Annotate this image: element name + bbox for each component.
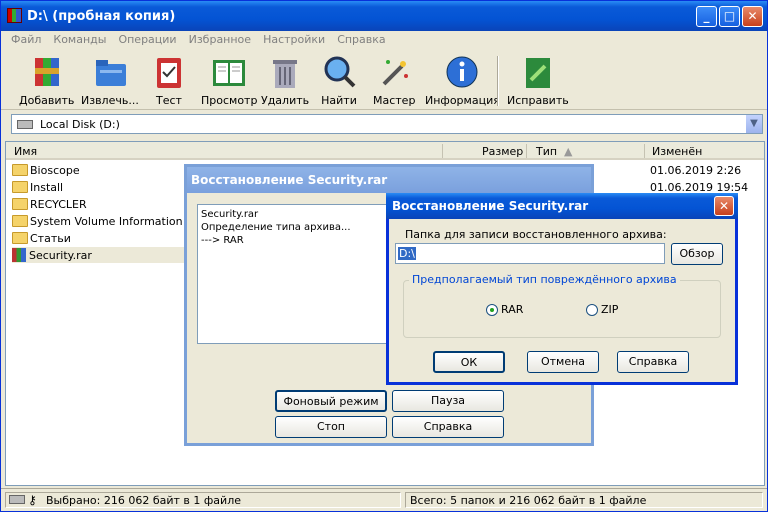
pause-button[interactable]: Пауза [392,390,504,412]
repair-button[interactable]: Исправить [507,54,569,107]
list-item-selected[interactable]: Security.rar [12,247,190,263]
repair-icon [520,54,556,90]
col-name[interactable]: Имя [14,145,37,158]
wizard-button[interactable]: Мастер [373,54,415,107]
toolbar: Добавить Извлечь... Тест Просмотр Удалит… [1,50,767,110]
progress-log: Security.rar Определение типа архива... … [197,204,397,344]
col-type[interactable]: Тип [536,145,557,158]
col-modified[interactable]: Изменён [652,145,702,158]
list-header: Имя Размер Тип ▲ Изменён [6,142,764,160]
archive-type-group: Предполагаемый тип повреждённого архива … [403,273,721,338]
menu-commands[interactable]: Команды [47,31,112,49]
background-mode-button[interactable]: Фоновый режим [275,390,387,412]
status-bar: ⚷ Выбрано: 216 062 байт в 1 файле Всего:… [1,488,767,510]
radio-rar[interactable]: RAR [486,303,523,316]
radio-zip[interactable]: ZIP [586,303,618,316]
list-item[interactable]: Статьи [12,230,71,246]
wizard-wand-icon [376,54,412,90]
chevron-down-icon[interactable]: ▼ [745,115,762,133]
menu-file[interactable]: Файл [5,31,47,49]
drive-icon [17,120,33,129]
key-icon: ⚷ [28,493,37,507]
find-button[interactable]: Найти [321,54,357,107]
toolbar-separator [497,56,499,106]
extract-button[interactable]: Извлечь... [81,54,139,107]
test-clipboard-icon [151,54,187,90]
add-archive-icon [29,54,65,90]
ok-button[interactable]: ОК [433,351,505,373]
menu-help[interactable]: Справка [331,31,391,49]
archive-type-label: Предполагаемый тип повреждённого архива [409,273,680,286]
folder-input[interactable]: D:\ [395,243,665,264]
progress-help-button[interactable]: Справка [392,416,504,438]
menu-bar: Файл Команды Операции Избранное Настройк… [1,31,767,49]
view-book-icon [211,54,247,90]
menu-operations[interactable]: Операции [112,31,182,49]
radio-rar-icon [486,303,498,316]
radio-zip-icon [586,303,598,316]
folder-icon [12,164,28,176]
status-total: Всего: 5 папок и 216 062 байт в 1 файле [405,492,763,508]
list-item[interactable]: Install [12,179,63,195]
close-icon[interactable]: ✕ [742,6,763,27]
view-button[interactable]: Просмотр [201,54,257,107]
extract-folder-icon [92,54,128,90]
close-icon[interactable]: ✕ [714,196,734,216]
stop-button[interactable]: Стоп [275,416,387,438]
col-size[interactable]: Размер [482,145,523,158]
list-item[interactable]: RECYCLER [12,196,87,212]
title-bar[interactable]: D:\ (пробная копия) _ □ ✕ [1,1,767,31]
minimize-icon[interactable]: _ [696,6,717,27]
address-dropdown[interactable]: Local Disk (D:) ▼ [11,114,763,134]
drive-icon [9,495,25,504]
folder-icon [12,181,28,193]
winrar-app-icon [7,8,22,23]
folder-icon [12,232,28,244]
folder-icon [12,215,28,227]
sort-arrow-icon: ▲ [564,145,573,158]
repair-dialog-title-bar[interactable]: Восстановление Security.rar ✕ [386,193,738,219]
folder-label: Папка для записи восстановленного архива… [405,228,667,241]
info-button[interactable]: Информация [425,54,500,107]
folder-icon [12,198,28,210]
add-button[interactable]: Добавить [19,54,74,107]
list-item[interactable]: Bioscope [12,162,80,178]
cancel-button[interactable]: Отмена [527,351,599,373]
menu-settings[interactable]: Настройки [257,31,331,49]
trash-icon [267,54,303,90]
window-title: D:\ (пробная копия) [27,9,176,24]
delete-button[interactable]: Удалить [261,54,309,107]
status-selected: ⚷ Выбрано: 216 062 байт в 1 файле [5,492,401,508]
progress-dialog-title-bar[interactable]: Восстановление Security.rar [187,167,591,193]
magnifier-icon [321,54,357,90]
menu-favorites[interactable]: Избранное [183,31,257,49]
info-icon [444,54,480,90]
repair-help-button[interactable]: Справка [617,351,689,373]
address-value: Local Disk (D:) [40,118,120,131]
maximize-icon[interactable]: □ [719,6,740,27]
test-button[interactable]: Тест [151,54,187,107]
rar-file-icon [12,248,26,262]
browse-button[interactable]: Обзор [671,243,723,265]
list-item-date: 01.06.2019 2:26 [650,164,742,177]
repair-dialog: Восстановление Security.rar ✕ Папка для … [386,193,738,385]
list-item[interactable]: System Volume Information [12,213,183,229]
